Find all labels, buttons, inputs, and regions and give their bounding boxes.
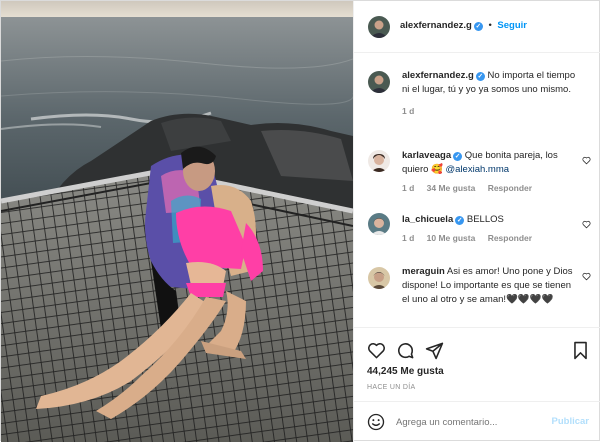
publish-button[interactable]: Publicar [552,416,590,427]
likes-count[interactable]: 44,245 Me gusta [367,366,444,377]
comment-avatar[interactable] [368,150,390,172]
comment-mention[interactable]: @alexiah.mma [446,164,510,175]
post-side-panel: alexfernandez.g ✓ • Seguir alexfernandez.… [353,1,600,442]
caption-avatar[interactable] [368,71,390,93]
comment: meraguin Asi es amor! Uno pone y Dios di… [402,265,580,307]
instagram-post: alexfernandez.g ✓ • Seguir alexfernandez.… [0,0,600,442]
caption: alexfernandez.g ✓ No importa el tiempo ni… [402,69,580,118]
verified-icon: ✓ [455,216,465,225]
comment: la_chicuela ✓ BELLOS 1 d 10 Me gusta Resp… [402,213,580,245]
verified-icon: ✓ [473,22,483,31]
heart-icon[interactable] [582,156,591,165]
post-photo[interactable] [1,1,353,442]
comment-age[interactable]: 1 d [402,183,414,193]
comment-avatar[interactable] [368,267,390,289]
comment-likes[interactable]: 34 Me gusta [427,183,476,193]
caption-age[interactable]: 1 d [402,106,414,116]
caption-username[interactable]: alexfernandez.g [402,70,474,81]
heart-icon[interactable] [367,341,386,360]
reply-button[interactable]: Responder [488,183,532,193]
post-timestamp[interactable]: HACE UN DÍA [367,384,415,391]
comment-text: BELLOS [466,214,504,225]
author-username[interactable]: alexfernandez.g [400,20,472,31]
author-avatar[interactable] [368,16,390,38]
comment-likes[interactable]: 10 Me gusta [427,233,476,243]
share-icon[interactable] [425,341,444,360]
comment-age[interactable]: 1 d [402,233,414,243]
follow-button[interactable]: Seguir [497,20,527,31]
heart-icon[interactable] [582,220,591,229]
heart-icon[interactable] [582,272,591,281]
header-separator: • [488,20,492,31]
bookmark-icon[interactable] [572,341,589,360]
comment-username[interactable]: la_chicuela [402,214,453,225]
comment-username[interactable]: karlaveaga [402,150,451,161]
comment-input[interactable] [396,411,546,433]
comment-username[interactable]: meraguin [402,266,445,277]
verified-icon: ✓ [475,72,485,81]
reply-button[interactable]: Responder [488,233,532,243]
comment-composer: Publicar [354,401,600,442]
comment: karlaveaga ✓ Que bonita pareja, los quier… [402,149,580,195]
post-header: alexfernandez.g ✓ • Seguir [354,1,600,53]
verified-icon: ✓ [453,152,463,161]
comment-avatar[interactable] [368,213,390,235]
emoji-icon[interactable] [367,413,385,431]
comment-icon[interactable] [396,341,415,360]
